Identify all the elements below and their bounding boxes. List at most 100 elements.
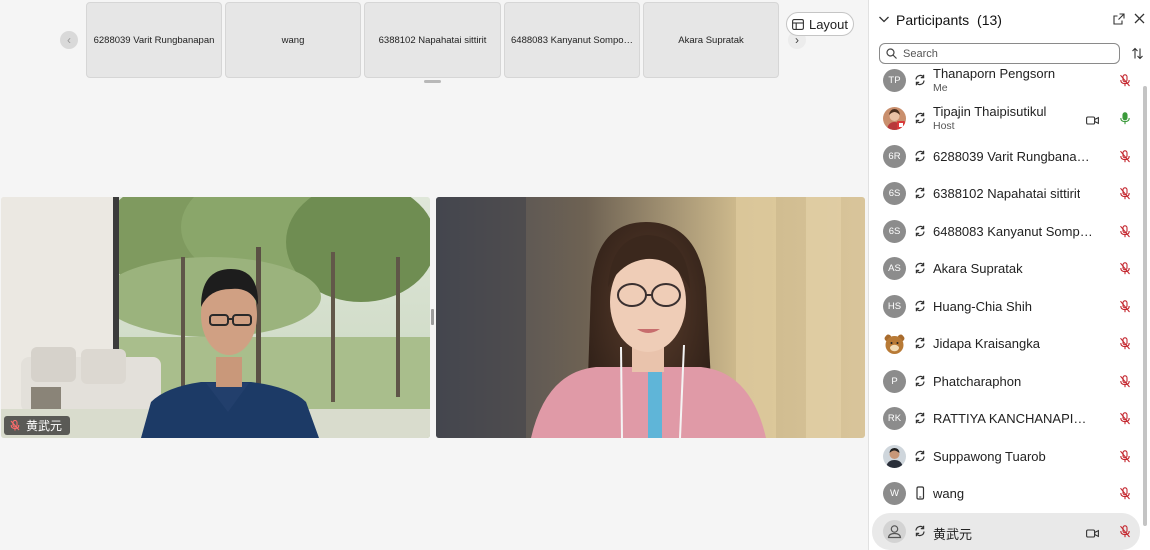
avatar: RK [883,407,906,430]
sync-icon [913,224,927,238]
avatar: TP [883,69,906,92]
mic-muted-icon[interactable] [1119,487,1131,500]
participant-row[interactable]: P Phatcharaphon [872,363,1140,400]
mic-muted-icon[interactable] [1119,412,1131,425]
tile-name: Akara Supratak [678,34,744,46]
mic-muted-icon[interactable] [1119,74,1131,87]
sync-icon [913,449,927,463]
participant-row[interactable]: RK RATTIYA KANCHANAPINYO… [872,400,1140,437]
layout-button[interactable]: Layout [786,12,854,36]
mic-muted-icon [10,420,20,431]
participant-row[interactable]: Wwang [872,475,1140,512]
video-feed-left[interactable]: 黄武元 [1,197,430,438]
participant-name: wang [933,486,965,501]
mic-muted-icon[interactable] [1119,225,1131,238]
participant-row[interactable]: 6R 6288039 Varit Rungbanapan [872,138,1140,175]
search-box[interactable] [879,43,1120,64]
camera-icon[interactable] [1086,526,1099,538]
participant-row[interactable]: Suppawong Tuarob [872,438,1140,475]
participant-name: Huang-Chia Shih [933,299,1033,314]
participant-name: 6288039 Varit Rungbanapan [933,149,1093,164]
camera-icon[interactable] [1086,113,1099,125]
mic-muted-icon[interactable] [1119,300,1131,313]
participant-name: Akara Supratak [933,261,1023,276]
participant-role: Host [933,120,955,132]
participant-row[interactable]: AS Akara Supratak [872,250,1140,287]
participant-name: Suppawong Tuarob [933,449,1046,464]
chevron-down-icon[interactable] [878,13,890,25]
host-video-image [436,197,865,438]
tile-name: wang [281,34,305,46]
sync-icon [913,299,927,313]
avatar: W [883,482,906,505]
sync-icon [913,73,927,87]
participant-row[interactable]: Jidapa Kraisangka [872,325,1140,362]
avatar: 6R [883,145,906,168]
filmstrip-tile[interactable]: wang [225,2,361,78]
mic-muted-icon[interactable] [1119,150,1131,163]
participant-name: Thanaporn Pengsorn [933,66,1056,81]
close-icon[interactable] [1134,13,1145,24]
avatar: 6S [883,220,906,243]
avatar: P [883,370,906,393]
participant-name: RATTIYA KANCHANAPINYO… [933,411,1093,426]
search-icon [886,48,897,59]
participant-role: Me [933,82,948,94]
participant-name: 黄武元 [933,527,973,542]
sync-icon [913,411,927,425]
filmstrip-tile[interactable]: 6388102 Napahatai sittirit [364,2,501,78]
participant-list: TP Thanaporn Pengsorn Me Tipajin Thaipisuti… [869,62,1150,550]
panel-title: Participants (13) [896,12,1002,28]
participants-panel: Participants (13) TP Thanaporn PengsornMe… [868,0,1150,550]
participant-name: Phatcharaphon [933,374,1022,389]
participant-name: Jidapa Kraisangka [933,336,1040,351]
tile-name: 6388102 Napahatai sittirit [378,34,487,46]
participant-row[interactable]: HS Huang-Chia Shih [872,288,1140,325]
search-input[interactable] [903,47,1103,60]
participant-name: 6388102 Napahatai sittirit [933,186,1081,201]
sort-icon[interactable] [1131,47,1144,60]
avatar [883,332,906,355]
avatar [883,445,906,468]
sync-icon [913,186,927,200]
participant-row[interactable]: Tipajin Thaipisutikul Host [872,100,1140,137]
sync-icon [913,149,927,163]
tile-name: 6288039 Varit Rungbanapan [93,34,215,46]
participant-name: 6488083 Kanyanut Sompong [933,224,1093,239]
mic-muted-icon[interactable] [1119,187,1131,200]
participant-row[interactable]: 黄武元 [872,513,1140,550]
participant-list-scrollbar[interactable] [1143,86,1147,526]
avatar: 6S [883,182,906,205]
filmstrip-tile[interactable]: 6488083 Kanyanut Sompo… [504,2,640,78]
mic-muted-icon[interactable] [1119,337,1131,350]
video-feed-right[interactable] [436,197,865,438]
mic-muted-icon[interactable] [1119,450,1131,463]
avatar: HS [883,295,906,318]
participant-name: Tipajin Thaipisutikul [933,104,1047,119]
tile-name: 6488083 Kanyanut Sompo… [511,34,634,46]
sync-icon [913,524,927,538]
participant-count: (13) [977,12,1002,28]
layout-icon [792,18,804,30]
participant-row[interactable]: 6S 6388102 Napahatai sittirit [872,175,1140,212]
sync-icon [913,261,927,275]
mic-muted-icon[interactable] [1119,375,1131,388]
mic-active-icon[interactable] [1119,112,1131,125]
meeting-stage: ‹ 6288039 Varit Rungbanapan wang 6388102… [0,0,868,550]
mic-muted-icon[interactable] [1119,262,1131,275]
video-name-chip: 黄武元 [4,416,71,435]
filmstrip-prev-button[interactable]: ‹ [60,31,78,49]
avatar [883,520,906,543]
video-splitter[interactable] [431,309,434,325]
filmstrip-resize-handle[interactable] [424,80,441,83]
panel-header: Participants (13) [869,0,1150,40]
panel-title-text: Participants [896,12,970,28]
avatar: AS [883,257,906,280]
mic-muted-icon[interactable] [1119,525,1131,538]
filmstrip-tile[interactable]: 6288039 Varit Rungbanapan [86,2,222,78]
participant-row[interactable]: 6S 6488083 Kanyanut Sompong [872,213,1140,250]
filmstrip-tile[interactable]: Akara Supratak [643,2,779,78]
participant-row[interactable]: TP Thanaporn Pengsorn Me [872,62,1140,99]
phone-icon [913,486,927,500]
popout-icon[interactable] [1113,13,1125,25]
